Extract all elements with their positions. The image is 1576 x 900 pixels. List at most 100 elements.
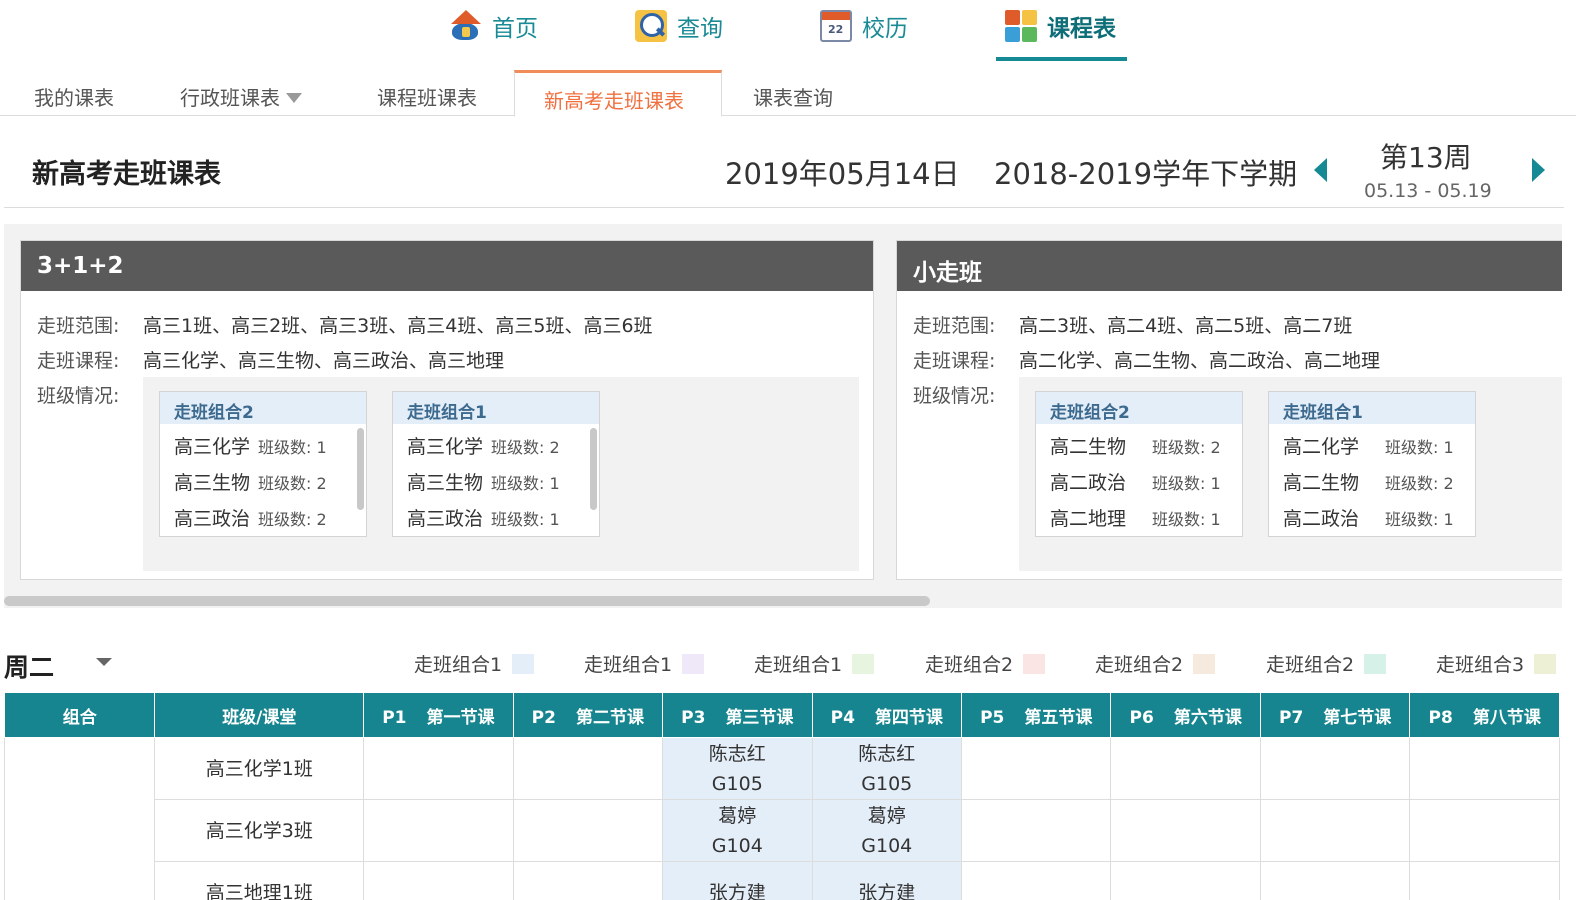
combo-scrollbar[interactable] (590, 428, 597, 510)
lesson-cell[interactable]: 张方建 (811, 861, 963, 900)
week-number: 第13周 (1380, 141, 1472, 174)
current-date: 2019年05月14日 (725, 157, 960, 191)
combo-title: 走班组合1 (1269, 392, 1475, 424)
tab-new-gaokao[interactable]: 新高考走班课表 (514, 70, 722, 117)
prev-week-icon[interactable] (1314, 158, 1327, 182)
tab-schedule-query[interactable]: 课表查询 (753, 82, 833, 111)
tab-admin-class[interactable]: 行政班课表 (180, 82, 302, 111)
combo-line: 高三化学 班级数: 2 (407, 436, 560, 458)
period-cell[interactable] (363, 799, 514, 862)
period-cell[interactable] (960, 861, 1112, 900)
column-header-period: P3 第三节课 (662, 692, 813, 738)
nav-timetable[interactable]: 课程表 (1005, 8, 1116, 44)
combo-line: 高三化学 班级数: 1 (174, 436, 327, 458)
combo-line: 高三政治 班级数: 1 (407, 508, 560, 530)
course-value: 高三化学、高三生物、高三政治、高三地理 (143, 350, 505, 372)
period-cell[interactable] (1409, 737, 1560, 800)
tab-course-class[interactable]: 课程班课表 (377, 82, 477, 111)
schedule-table: 组合 班级/课堂 P1 第一节课 P2 第二节课 P3 第三节课 P4 第四节课 P5 第… (3, 692, 1560, 900)
page-title: 新高考走班课表 (32, 159, 221, 190)
combo-line: 高三生物 班级数: 1 (407, 472, 560, 494)
lesson-cell[interactable]: 葛婷 G104 (811, 799, 963, 862)
legend-swatch (512, 653, 535, 674)
period-cell[interactable] (363, 861, 514, 900)
combo-line: 高二政治 班级数: 1 (1050, 472, 1221, 494)
class-cell: 高三化学3班 (154, 799, 365, 862)
search-icon (635, 10, 667, 42)
nav-home-label: 首页 (492, 16, 538, 42)
period-cell[interactable] (1110, 799, 1261, 862)
combination-panels: 3+1+2 走班范围: 高三1班、高三2班、高三3班、高三4班、高三5班、高三6… (4, 224, 1562, 608)
combo-area: 走班组合2 高三化学 班级数: 1 高三生物 班级数: 2 高三政治 班级数: 2 走… (143, 377, 859, 571)
legend-item: 走班组合3 (1436, 650, 1557, 677)
combo-line: 高二生物 班级数: 2 (1050, 436, 1221, 458)
status-label: 班级情况: (913, 385, 996, 407)
combo-line: 高三政治 班级数: 2 (174, 508, 327, 530)
period-cell[interactable] (960, 799, 1112, 862)
nav-home[interactable]: 首页 (450, 8, 538, 44)
legend-item: 走班组合2 (1266, 650, 1387, 677)
tab-my-schedule[interactable]: 我的课表 (34, 82, 114, 111)
legend-swatch (682, 653, 705, 674)
course-label: 走班课程: (913, 350, 996, 372)
period-cell[interactable] (1409, 799, 1560, 862)
nav-query-label: 查询 (677, 16, 723, 42)
period-cell[interactable] (512, 861, 664, 900)
nav-calendar[interactable]: 22 校历 (820, 8, 908, 44)
period-cell[interactable] (1110, 861, 1261, 900)
panel-3-1-2: 3+1+2 走班范围: 高三1班、高三2班、高三3班、高三4班、高三5班、高三6… (20, 240, 874, 580)
legend-item: 走班组合2 (1095, 650, 1216, 677)
range-label: 走班范围: (37, 315, 120, 337)
combo-area: 走班组合2 高二生物 班级数: 2 高二政治 班级数: 1 高二地理 班级数: 1 走… (1019, 377, 1562, 571)
legend-swatch (1364, 653, 1387, 674)
period-cell[interactable] (363, 737, 514, 800)
active-nav-indicator (996, 57, 1127, 61)
period-cell[interactable] (1110, 737, 1261, 800)
legend-swatch (852, 653, 875, 674)
period-cell[interactable] (1259, 737, 1411, 800)
nav-calendar-label: 校历 (862, 16, 908, 42)
tab-admin-class-label: 行政班课表 (180, 86, 280, 110)
nav-query[interactable]: 查询 (635, 8, 723, 44)
combo-line: 高二化学 班级数: 1 (1283, 436, 1454, 458)
next-week-icon[interactable] (1532, 158, 1545, 182)
table-row: 高三化学3班 葛婷 G104 葛婷 G104 (5, 799, 1560, 862)
chevron-down-icon[interactable] (96, 658, 112, 666)
school-term: 2018-2019学年下学期 (994, 157, 1298, 191)
sub-tabs: 我的课表 行政班课表 课程班课表 新高考走班课表 课表查询 (0, 70, 1576, 117)
column-header-period: P7 第七节课 (1259, 692, 1411, 738)
combo-card: 走班组合2 高三化学 班级数: 1 高三生物 班级数: 2 高三政治 班级数: 2 (159, 391, 367, 537)
calendar-icon: 22 (820, 10, 852, 42)
legend-swatch (1193, 653, 1216, 674)
panel-small-walk: 小走班 走班范围: 高二3班、高二4班、高二5班、高二7班 走班课程: 高二化学… (896, 240, 1562, 580)
combo-scrollbar[interactable] (357, 428, 364, 510)
range-label: 走班范围: (913, 315, 996, 337)
combo-card: 走班组合1 高三化学 班级数: 2 高三生物 班级数: 1 高三政治 班级数: 1 (392, 391, 600, 537)
lesson-cell[interactable]: 张方建 (662, 861, 813, 900)
combo-card: 走班组合1 高二化学 班级数: 1 高二生物 班级数: 2 高二政治 班级数: 1 (1268, 391, 1476, 537)
chevron-down-icon[interactable] (286, 93, 302, 103)
table-header-row: 组合 班级/课堂 P1 第一节课 P2 第二节课 P3 第三节课 P4 第四节课 P5 第… (3, 692, 1560, 738)
lesson-cell[interactable]: 陈志红 G105 (662, 737, 813, 800)
panels-horizontal-scrollbar[interactable] (4, 596, 930, 606)
period-cell[interactable] (960, 737, 1112, 800)
period-cell[interactable] (512, 737, 664, 800)
lesson-cell[interactable]: 陈志红 G105 (811, 737, 963, 800)
lesson-cell[interactable]: 葛婷 G104 (662, 799, 813, 862)
column-header-period: P1 第一节课 (363, 692, 514, 738)
course-label: 走班课程: (37, 350, 120, 372)
legend-swatch (1023, 653, 1046, 674)
period-cell[interactable] (1259, 861, 1411, 900)
column-header-period: P2 第二节课 (512, 692, 664, 738)
panel-title: 3+1+2 (21, 241, 873, 291)
combo-line: 高二政治 班级数: 1 (1283, 508, 1454, 530)
period-cell[interactable] (512, 799, 664, 862)
column-header-period: P6 第六节课 (1110, 692, 1261, 738)
period-cell[interactable] (1259, 799, 1411, 862)
day-selector[interactable]: 周二 (4, 648, 54, 684)
period-cell[interactable] (1409, 861, 1560, 900)
column-header-period: P4 第四节课 (811, 692, 963, 738)
combo-line: 高三生物 班级数: 2 (174, 472, 327, 494)
combo-cell (3, 737, 156, 900)
class-cell: 高三化学1班 (154, 737, 365, 800)
